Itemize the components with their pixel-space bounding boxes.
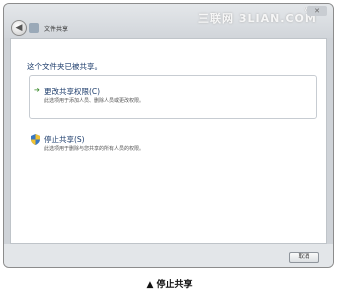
dialog-footer: 取消	[4, 244, 333, 267]
nav-row: ◀ 文件共享	[4, 20, 333, 38]
close-icon: ✕	[314, 7, 320, 15]
shield-icon	[31, 134, 40, 145]
caption-text: 停止共享	[156, 280, 193, 290]
page-title: 这个文件夹已被共享。	[27, 62, 102, 71]
share-dialog-window: 三联网 3LIAN.COM win7 ✕ ◀ 文件共享 这个文件夹已被共享。 ➔…	[3, 3, 334, 268]
triangle-marker-icon: ▲	[146, 280, 154, 290]
figure-caption: ▲ 停止共享	[0, 277, 339, 290]
title-bar: 三联网 3LIAN.COM win7 ✕ ◀ 文件共享	[4, 4, 333, 38]
stop-sharing-link[interactable]: 停止共享(S)	[44, 134, 85, 145]
change-permissions-link[interactable]: 更改共享权限(C)	[44, 86, 100, 97]
back-button[interactable]: ◀	[11, 20, 27, 36]
close-button[interactable]: ✕	[307, 6, 327, 16]
cancel-button[interactable]: 取消	[289, 252, 319, 263]
nav-title: 文件共享	[44, 26, 69, 33]
dialog-content: 这个文件夹已被共享。 ➔ 更改共享权限(C) 此选项用于添加人员、删除人员或更改…	[10, 38, 327, 244]
change-permissions-desc: 此选项用于添加人员、删除人员或更改权限。	[44, 98, 145, 104]
file-sharing-icon	[29, 23, 39, 33]
stop-sharing-desc: 此选项用于删除与您共享的所有人员的权限。	[44, 146, 145, 152]
green-arrow-icon: ➔	[34, 86, 40, 94]
back-arrow-icon: ◀	[15, 23, 23, 33]
